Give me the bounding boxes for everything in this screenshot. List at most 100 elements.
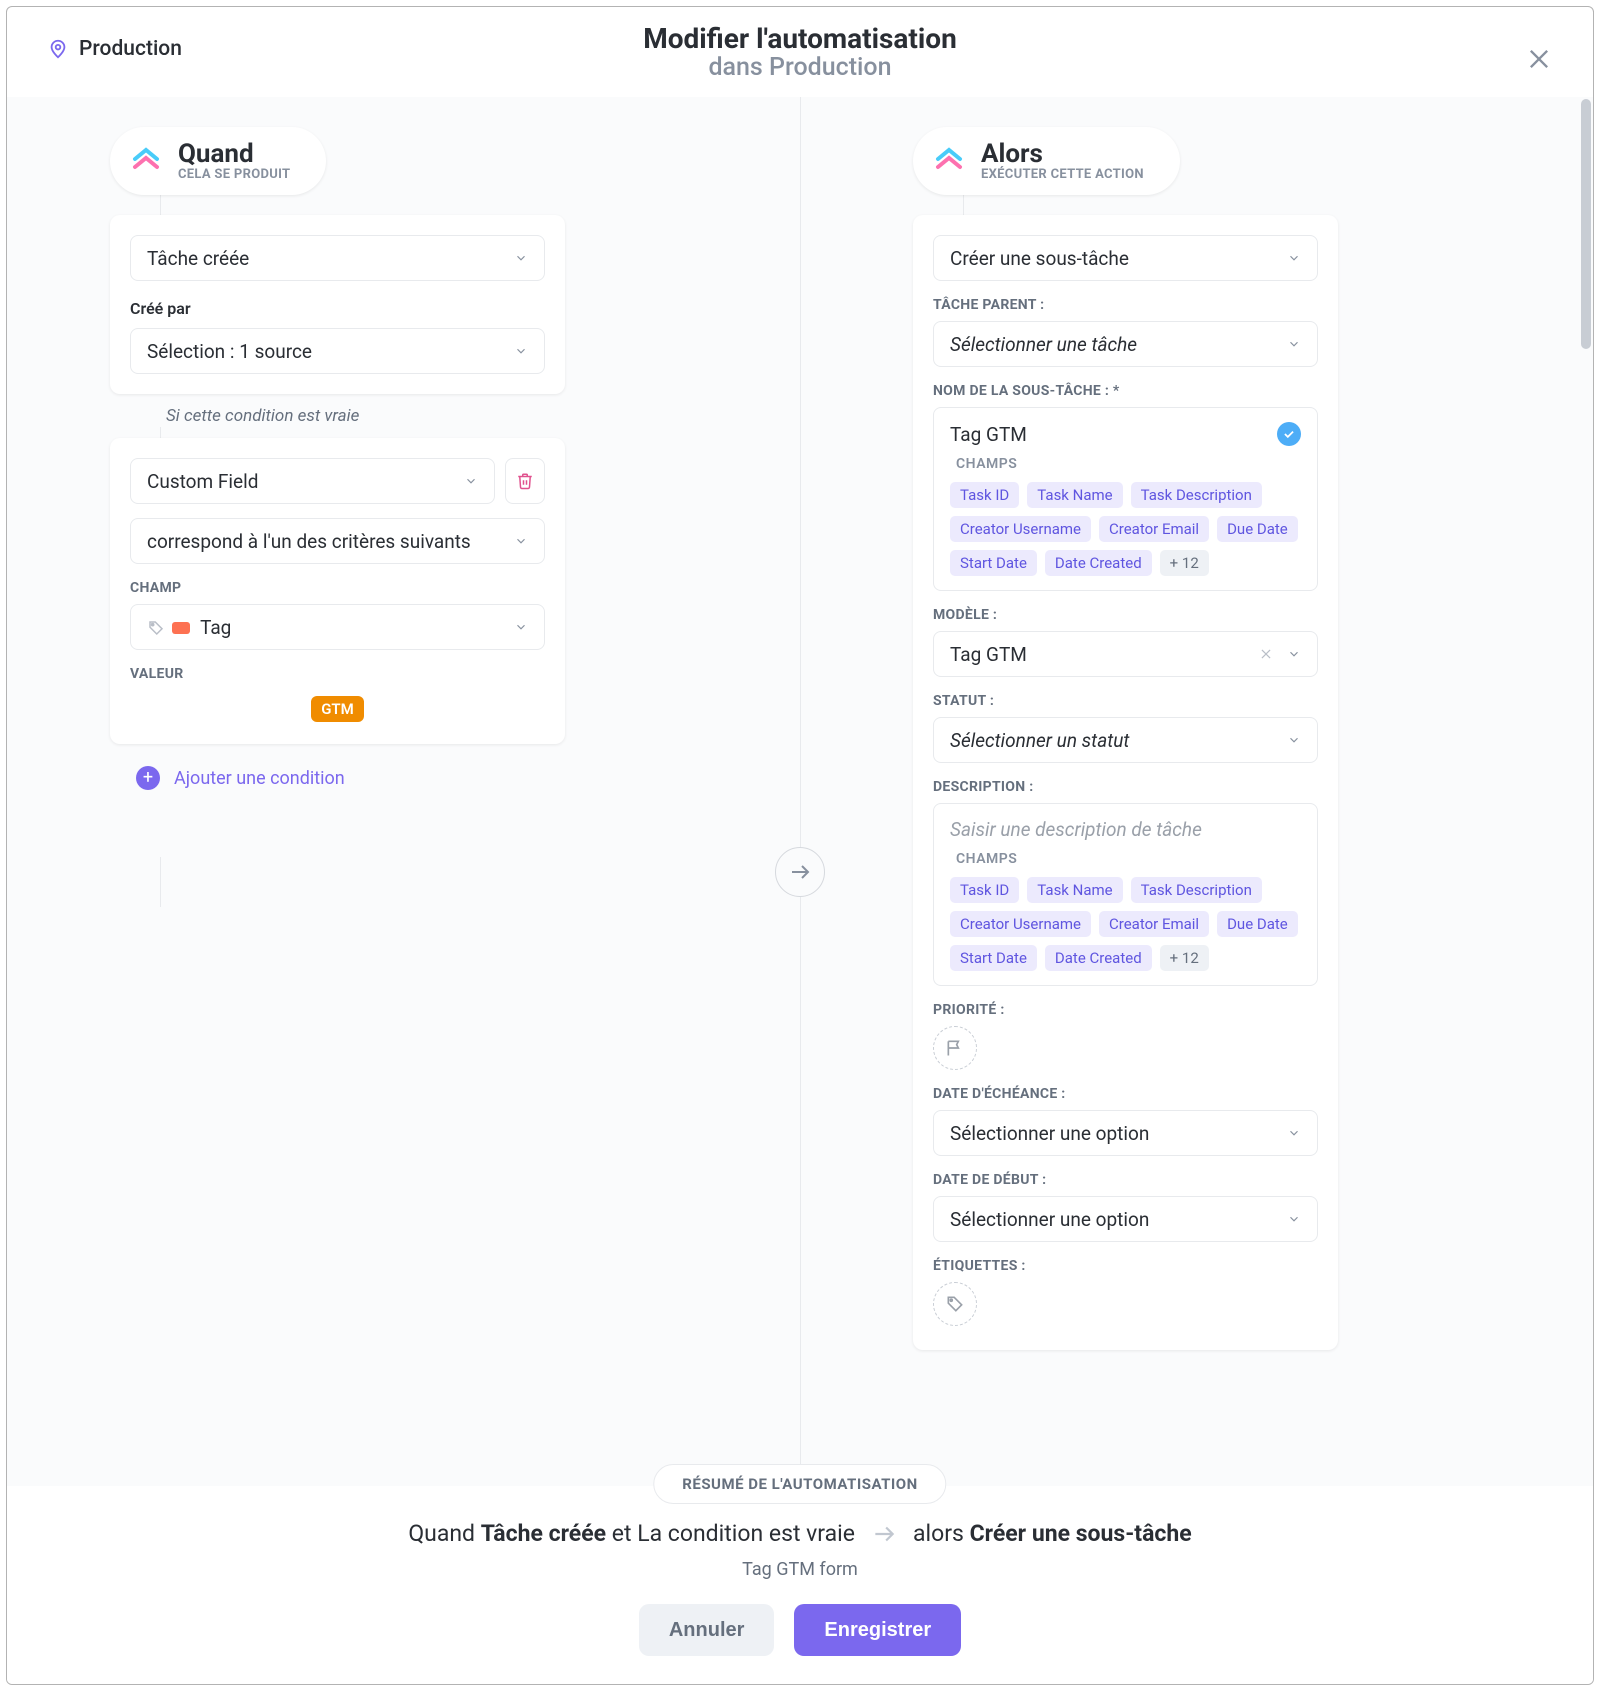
field-chip[interactable]: Task Name <box>1027 877 1122 903</box>
trigger-select[interactable]: Tâche créée <box>130 235 545 281</box>
flow-arrow-icon <box>775 847 825 897</box>
condition-operator-select[interactable]: correspond à l'un des critères suivants <box>130 518 545 564</box>
parent-task-placeholder: Sélectionner une tâche <box>950 333 1137 356</box>
model-select[interactable]: Tag GTM <box>933 631 1318 677</box>
field-chip[interactable]: Creator Email <box>1099 516 1209 542</box>
field-chip[interactable]: Creator Email <box>1099 911 1209 937</box>
add-condition-label: Ajouter une condition <box>174 768 345 789</box>
scrollbar[interactable] <box>1581 99 1591 349</box>
field-chip[interactable]: Task Name <box>1027 482 1122 508</box>
action-value: Créer une sous-tâche <box>950 247 1129 270</box>
due-date-label: DATE D'ÉCHÉANCE : <box>933 1086 1318 1102</box>
delete-condition-button[interactable] <box>505 458 545 504</box>
add-tag-button[interactable] <box>933 1282 977 1326</box>
start-date-placeholder: Sélectionner une option <box>950 1208 1149 1231</box>
field-chip[interactable]: Task ID <box>950 482 1019 508</box>
when-subtitle: CELA SE PRODUIT <box>178 167 290 182</box>
champ-value-wrap: Tag <box>147 616 231 639</box>
priority-label: PRIORITÉ : <box>933 1002 1318 1018</box>
save-button[interactable]: Enregistrer <box>794 1604 961 1656</box>
field-chip[interactable]: Task Description <box>1131 877 1262 903</box>
action-card: Créer une sous-tâche TÂCHE PARENT : Séle… <box>913 215 1338 1350</box>
modal-subtitle: dans Production <box>643 53 957 82</box>
clickup-logo-icon <box>130 145 162 177</box>
created-by-select[interactable]: Sélection : 1 source <box>130 328 545 374</box>
condition-card: Custom Field correspond à l'un des critè… <box>110 438 565 744</box>
start-date-label: DATE DE DÉBUT : <box>933 1172 1318 1188</box>
flag-icon <box>945 1038 965 1058</box>
clear-icon[interactable] <box>1259 647 1273 661</box>
summary-pill: RÉSUMÉ DE L'AUTOMATISATION <box>653 1464 946 1504</box>
trigger-card: Tâche créée Créé par Sélection : 1 sourc… <box>110 215 565 394</box>
field-chip-more[interactable]: + 12 <box>1160 945 1209 971</box>
valeur-tag-badge: GTM <box>311 696 364 722</box>
tag-color-swatch <box>172 622 190 634</box>
field-chip[interactable]: Date Created <box>1045 550 1152 576</box>
chevron-down-icon <box>514 534 528 548</box>
trigger-value: Tâche créée <box>147 247 249 270</box>
subtask-name-input[interactable]: Tag GTM CHAMPS Task ID Task Name Task Desc… <box>933 407 1318 591</box>
field-chip[interactable]: Due Date <box>1217 911 1298 937</box>
parent-task-select[interactable]: Sélectionner une tâche <box>933 321 1318 367</box>
close-icon[interactable] <box>1525 45 1553 73</box>
summary-cond-text: et La condition est vraie <box>612 1520 855 1547</box>
center-divider <box>800 97 801 1486</box>
then-title: Alors <box>981 141 1144 167</box>
check-icon <box>1277 422 1301 446</box>
breadcrumb[interactable]: Production <box>47 37 182 61</box>
summary-then-word: alors <box>913 1520 964 1547</box>
summary-when-bold: Tâche créée <box>481 1520 606 1547</box>
add-condition-button[interactable]: + Ajouter une condition <box>136 766 565 790</box>
field-chip[interactable]: Creator Username <box>950 516 1091 542</box>
location-icon <box>47 38 69 60</box>
summary-when-word: Quand <box>408 1520 475 1547</box>
subtask-name-label: NOM DE LA SOUS-TÂCHE : * <box>933 383 1318 399</box>
action-select[interactable]: Créer une sous-tâche <box>933 235 1318 281</box>
priority-button[interactable] <box>933 1026 977 1070</box>
modal-header: Production Modifier l'automatisation dan… <box>7 7 1593 97</box>
champ-value: Tag <box>200 616 231 639</box>
field-chip[interactable]: Start Date <box>950 945 1037 971</box>
automation-canvas: Quand CELA SE PRODUIT Tâche créée Créé p… <box>7 97 1593 1486</box>
status-label: STATUT : <box>933 693 1318 709</box>
description-placeholder: Saisir une description de tâche <box>950 818 1301 841</box>
tag-icon <box>945 1294 965 1314</box>
description-input[interactable]: Saisir une description de tâche CHAMPS T… <box>933 803 1318 986</box>
modal-footer: RÉSUMÉ DE L'AUTOMATISATION Quand Tâche c… <box>7 1486 1593 1684</box>
clickup-logo-icon <box>933 145 965 177</box>
field-chip[interactable]: Creator Username <box>950 911 1091 937</box>
champs-label: CHAMPS <box>956 456 1301 472</box>
chevron-down-icon <box>1287 1212 1301 1226</box>
cancel-button[interactable]: Annuler <box>639 1604 775 1656</box>
connector-line <box>160 857 161 907</box>
when-title: Quand <box>178 141 290 167</box>
trash-icon <box>516 472 534 490</box>
subtask-name-value: Tag GTM <box>950 423 1027 446</box>
champ-label: CHAMP <box>130 580 545 596</box>
chevron-down-icon <box>514 620 528 634</box>
parent-task-label: TÂCHE PARENT : <box>933 297 1318 313</box>
field-chip[interactable]: Task ID <box>950 877 1019 903</box>
summary-then-bold: Créer une sous-tâche <box>970 1520 1192 1547</box>
due-date-placeholder: Sélectionner une option <box>950 1122 1149 1145</box>
chevron-down-icon <box>1287 1126 1301 1140</box>
start-date-select[interactable]: Sélectionner une option <box>933 1196 1318 1242</box>
chevron-down-icon <box>1287 251 1301 265</box>
champ-select[interactable]: Tag <box>130 604 545 650</box>
field-chips-group: Task ID Task Name Task Description Creator … <box>950 877 1301 971</box>
model-value: Tag GTM <box>950 643 1027 666</box>
field-chip[interactable]: Date Created <box>1045 945 1152 971</box>
field-chip[interactable]: Start Date <box>950 550 1037 576</box>
due-date-select[interactable]: Sélectionner une option <box>933 1110 1318 1156</box>
field-chip-more[interactable]: + 12 <box>1160 550 1209 576</box>
valeur-field[interactable]: GTM <box>130 690 545 724</box>
condition-field-value: Custom Field <box>147 470 258 493</box>
chevron-down-icon <box>514 344 528 358</box>
field-chip[interactable]: Due Date <box>1217 516 1298 542</box>
created-by-value: Sélection : 1 source <box>147 340 312 363</box>
condition-field-select[interactable]: Custom Field <box>130 458 495 504</box>
field-chips-group: Task ID Task Name Task Description Creator … <box>950 482 1301 576</box>
status-select[interactable]: Sélectionner un statut <box>933 717 1318 763</box>
field-chip[interactable]: Task Description <box>1131 482 1262 508</box>
status-placeholder: Sélectionner un statut <box>950 729 1129 752</box>
